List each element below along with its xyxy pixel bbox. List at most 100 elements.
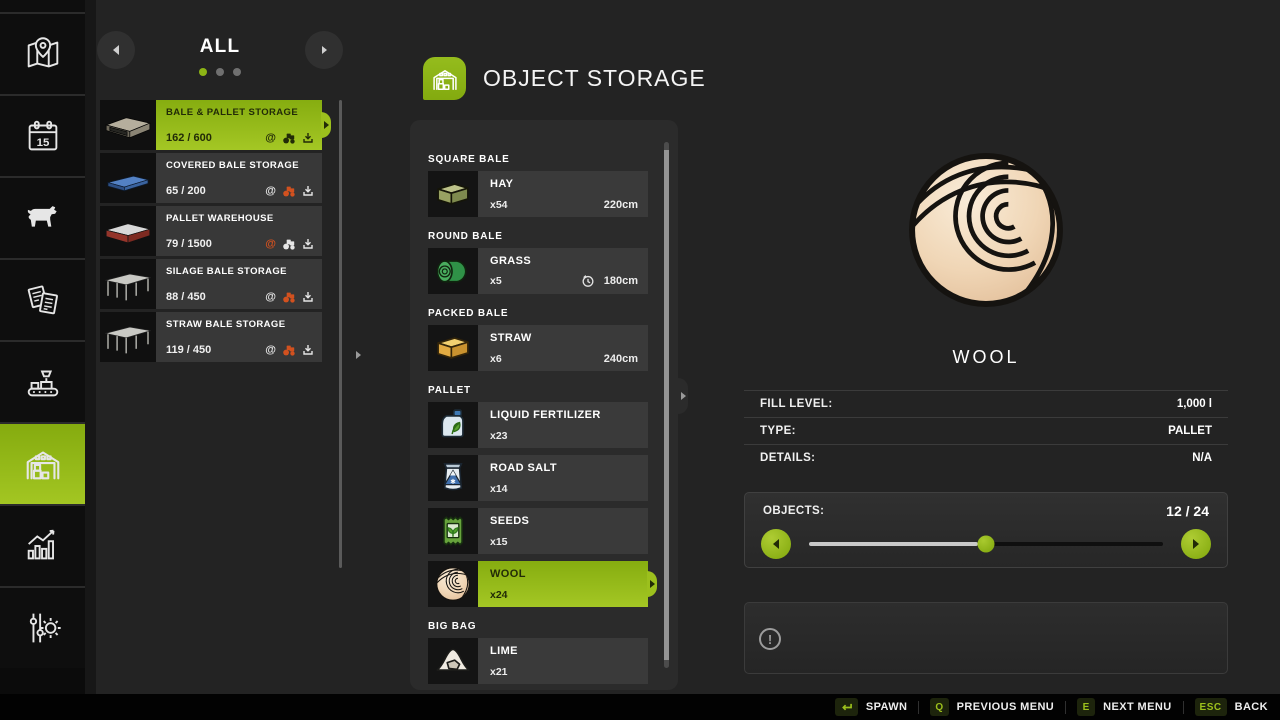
object-item-body: HAYx54220cm [478,171,648,217]
hint-next-menu[interactable]: ENEXT MENU [1077,698,1171,716]
storage-item-body: BALE & PALLET STORAGE162 / 600@ [156,100,322,150]
storage-item-body: SILAGE BALE STORAGE88 / 450@ [156,259,322,309]
storage-status-icons: @ [265,132,314,144]
sidebar-item-animals[interactable] [0,176,85,258]
slider-thumb[interactable] [978,536,995,553]
category-next-button[interactable] [305,31,343,69]
object-list-item[interactable]: SEEDSx15 [428,508,648,554]
detail-row: FILL LEVEL:1,000 l [744,390,1228,417]
storage-list-item[interactable]: SILAGE BALE STORAGE88 / 450@ [100,259,322,309]
storage-list-scrollbar[interactable] [339,100,342,568]
arrow-right-icon [650,580,655,588]
key-badge: ESC [1195,698,1227,716]
objects-count: 12 / 24 [1166,503,1209,519]
bottom-bar: SPAWN QPREVIOUS MENU ENEXT MENU ESCBACK [0,694,1280,720]
storage-list-item[interactable]: BALE & PALLET STORAGE162 / 600@ [100,100,322,150]
storage-count: 88 / 450 [166,291,206,303]
object-list-item[interactable]: ROAD SALT x14 [428,455,648,501]
packed-bale-icon [434,329,472,367]
object-name: LIQUID FERTILIZER [490,409,638,421]
wool-image [900,144,1072,316]
sidebar-item-settings[interactable] [0,586,85,668]
warehouse-icon [22,443,64,485]
object-group-label: PALLET [428,385,648,396]
object-name: ROAD SALT [490,462,638,474]
arrow-right-icon [322,46,327,54]
detail-value: PALLET [1168,425,1212,437]
objects-box: OBJECTS: 12 / 24 [744,492,1228,568]
item-title: WOOL [744,347,1228,368]
building-thumbnail [100,153,156,203]
object-item-body: SEEDSx15 [478,508,648,554]
sidebar-divider [85,0,96,694]
sidebar-item-map[interactable] [0,12,85,94]
selected-row-notch [647,571,657,597]
object-count: x54 [490,199,508,211]
at-icon: @ [265,292,276,303]
storage-list-item[interactable]: STRAW BALE STORAGE119 / 450@ [100,312,322,362]
object-size: 240cm [604,353,638,365]
panel-notch [678,378,688,414]
sidebar-item-storage[interactable] [0,422,85,504]
object-count: x14 [490,483,508,495]
shed-thumbnail-image [102,105,154,145]
warehouse-icon [430,64,460,94]
contracts-icon [22,279,64,321]
page-dot [216,68,224,76]
object-icon-tile [428,402,478,448]
objects-increase-button[interactable] [1181,529,1211,559]
object-count: x23 [490,430,508,442]
object-list-scrollbar[interactable] [664,142,669,668]
storage-item-body: PALLET WAREHOUSE79 / 1500@ [156,206,322,256]
object-group-label: BIG BAG [428,621,648,632]
building-thumbnail [100,206,156,256]
objects-slider[interactable] [809,542,1163,546]
detail-value: N/A [1192,452,1212,464]
object-list-item[interactable]: STRAWx6240cm [428,325,648,371]
sidebar-item-calendar[interactable]: 15 [0,94,85,176]
storage-count: 79 / 1500 [166,238,212,250]
object-count: x5 [490,275,502,287]
hint-previous-menu[interactable]: QPREVIOUS MENU [930,698,1054,716]
object-item-body: ROAD SALT x14 [478,455,648,501]
tractor-icon [282,133,296,144]
cow-icon [22,197,64,239]
at-icon: @ [265,133,276,144]
canopy-thumbnail-image [102,317,154,357]
canister-icon [434,406,472,444]
category-prev-button[interactable] [97,31,135,69]
objects-decrease-button[interactable] [761,529,791,559]
key-badge [835,698,858,716]
tractor-icon [282,186,296,197]
storage-list-item[interactable]: PALLET WAREHOUSE79 / 1500@ [100,206,322,256]
object-list-item[interactable]: GRASSx5180cm [428,248,648,294]
hint-spawn[interactable]: SPAWN [835,698,908,716]
storage-item-body: COVERED BALE STORAGE65 / 200@ [156,153,322,203]
category-page-dots [96,68,344,76]
object-size: 220cm [604,199,638,211]
object-count: x6 [490,353,502,365]
object-group-label: ROUND BALE [428,231,648,242]
hint-back[interactable]: ESCBACK [1195,698,1268,716]
square-bale-icon [434,175,472,213]
category-title: ALL [136,36,304,58]
sidebar-item-contracts[interactable] [0,258,85,340]
object-size: 180cm [604,275,638,287]
object-list-item[interactable]: LIQUID FERTILIZER x23 [428,402,648,448]
storage-list-item[interactable]: COVERED BALE STORAGE65 / 200@ [100,153,322,203]
arrow-right-icon [324,121,329,129]
object-list-item[interactable]: LIMEx21 [428,638,648,684]
detail-row: DETAILS:N/A [744,444,1228,471]
storage-item-body: STRAW BALE STORAGE119 / 450@ [156,312,322,362]
tractor-icon [282,292,296,303]
download-icon [302,291,314,303]
sidebar-item-statistics[interactable] [0,504,85,586]
download-icon [302,185,314,197]
object-list-item[interactable]: WOOLx24 [428,561,648,607]
object-count: x15 [490,536,508,548]
sidebar-item-production[interactable] [0,340,85,422]
object-group-label: SQUARE BALE [428,154,648,165]
download-icon [302,132,314,144]
hint-divider [1183,701,1184,714]
object-list-item[interactable]: HAYx54220cm [428,171,648,217]
